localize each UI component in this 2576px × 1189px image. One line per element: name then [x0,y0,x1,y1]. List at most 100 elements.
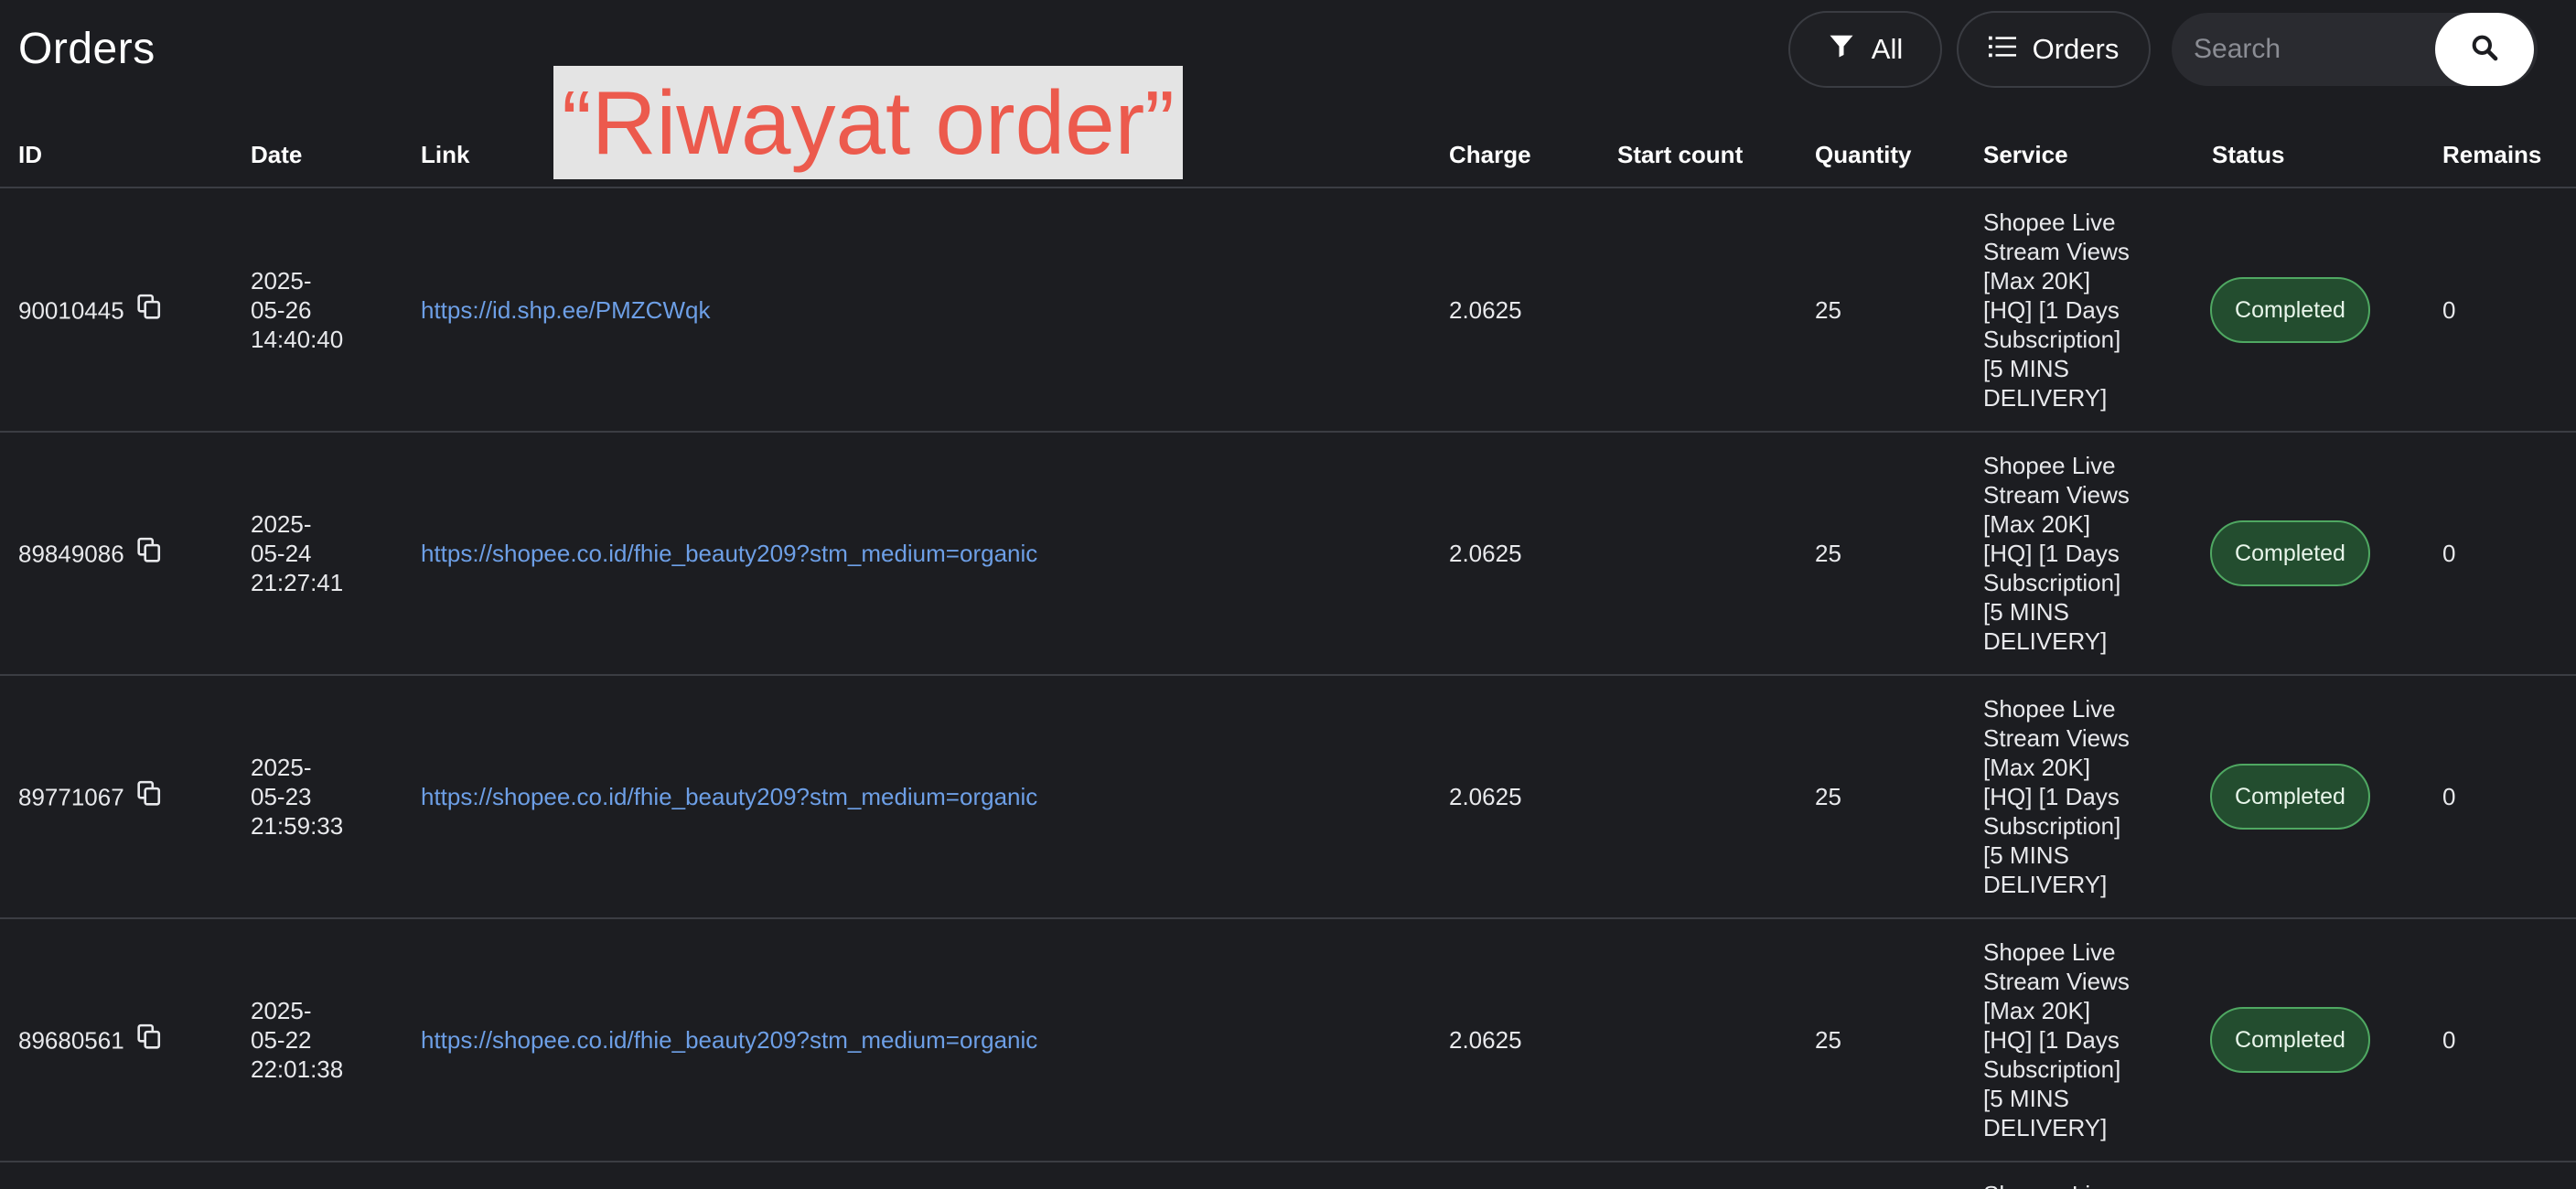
date-line: 14:40:40 [251,326,344,353]
table-row: 89849086 2025- 05-24 21:27:41 https://sh… [0,433,2576,676]
service-line: Stream Views [1983,481,2130,509]
service-line: DELIVERY] [1983,627,2108,655]
order-charge: 2.0625 [1449,783,1522,810]
order-link[interactable]: https://shopee.co.id/fhie_beauty209?stm_… [421,1025,1037,1055]
col-header-id: ID [18,141,42,168]
date-line: 05-22 [251,1026,312,1054]
service-line: DELIVERY] [1983,1114,2108,1141]
search-button[interactable] [2435,13,2534,86]
riwayat-order-caption: “Riwayat order” [553,66,1183,179]
table-header: ID Date Link Charge Start count Quantity… [0,137,2576,188]
status-badge: Completed [2210,1007,2370,1073]
top-bar: Orders All Orders [0,0,2576,101]
service-line: [HQ] [1 Days [1983,540,2120,567]
copy-icon[interactable] [137,1023,161,1056]
orders-view-label: Orders [2032,33,2120,65]
date-line: 2025- [251,754,312,781]
order-link[interactable]: https://shopee.co.id/fhie_beauty209?stm_… [421,782,1037,811]
date-line: 2025- [251,997,312,1024]
status-badge: Completed [2210,277,2370,343]
service-line: DELIVERY] [1983,384,2108,412]
service-line: Stream Views [1983,724,2130,752]
order-id: 89680561 [18,1026,124,1054]
col-header-link: Link [421,141,470,168]
order-remains: 0 [2442,540,2456,567]
order-date: 2025- 05-22 22:01:38 [251,996,343,1084]
order-link[interactable]: https://id.shp.ee/PMZCWqk [421,295,710,325]
service-line: [Max 20K] [1983,754,2091,781]
col-header-date: Date [251,141,303,168]
search-icon [2470,33,2499,67]
copy-icon[interactable] [137,780,161,813]
order-charge: 2.0625 [1449,540,1522,567]
status-badge: Completed [2210,764,2370,830]
filter-icon [1828,32,1855,67]
order-remains: 0 [2442,1026,2456,1054]
service-line: [HQ] [1 Days [1983,1026,2120,1054]
col-header-start-count: Start count [1617,141,1744,168]
col-header-quantity: Quantity [1815,141,1912,168]
search-box [2172,13,2538,86]
order-quantity: 25 [1815,783,1841,810]
order-date: 2025- 05-23 21:59:33 [251,753,343,841]
col-header-status: Status [2212,141,2285,168]
partial-row-service: Shopee Live [1983,1180,2116,1189]
order-charge: 2.0625 [1449,296,1522,324]
date-line: 05-24 [251,540,312,567]
table-row: 89680561 2025- 05-22 22:01:38 https://sh… [0,919,2576,1162]
service-line: Stream Views [1983,968,2130,995]
order-date: 2025- 05-24 21:27:41 [251,509,343,597]
service-line: [Max 20K] [1983,997,2091,1024]
filter-all-label: All [1871,33,1904,65]
copy-icon[interactable] [137,294,161,327]
date-line: 05-26 [251,296,312,324]
search-input[interactable] [2172,13,2446,86]
order-id-cell: 90010445 [18,294,161,327]
copy-icon[interactable] [137,537,161,570]
date-line: 2025- [251,510,312,538]
service-line: Subscription] [1983,1055,2121,1083]
service-line: Shopee Live [1983,452,2116,479]
service-line: Shopee Live [1983,938,2116,966]
order-id: 89849086 [18,540,124,567]
list-icon [1988,33,2016,66]
orders-view-button[interactable]: Orders [1957,11,2151,88]
service-line: Subscription] [1983,326,2121,353]
date-line: 22:01:38 [251,1055,344,1083]
col-header-remains: Remains [2442,141,2542,168]
date-line: 05-23 [251,783,312,810]
order-id-cell: 89680561 [18,1023,161,1056]
service-line: [HQ] [1 Days [1983,296,2120,324]
filter-all-button[interactable]: All [1788,11,1942,88]
order-remains: 0 [2442,296,2456,324]
status-badge: Completed [2210,520,2370,586]
service-line: [Max 20K] [1983,267,2091,295]
col-header-charge: Charge [1449,141,1531,168]
service-line: Subscription] [1983,569,2121,596]
service-line: [5 MINS [1983,841,2069,869]
order-quantity: 25 [1815,296,1841,324]
service-line: Subscription] [1983,812,2121,840]
service-line: Stream Views [1983,238,2130,265]
service-line: [Max 20K] [1983,510,2091,538]
date-line: 21:59:33 [251,812,344,840]
page-title: Orders [18,25,156,73]
order-quantity: 25 [1815,1026,1841,1054]
order-id: 90010445 [18,296,124,324]
order-charge: 2.0625 [1449,1026,1522,1054]
date-line: 21:27:41 [251,569,344,596]
order-date: 2025- 05-26 14:40:40 [251,266,343,354]
order-id-cell: 89849086 [18,537,161,570]
order-service: Shopee Live Stream Views [Max 20K] [HQ] … [1983,451,2139,656]
order-service: Shopee Live Stream Views [Max 20K] [HQ] … [1983,208,2139,412]
table-row: 90010445 2025- 05-26 14:40:40 https://id… [0,189,2576,433]
service-line: [5 MINS [1983,355,2069,382]
order-remains: 0 [2442,783,2456,810]
order-link[interactable]: https://shopee.co.id/fhie_beauty209?stm_… [421,539,1037,568]
service-line: [5 MINS [1983,598,2069,626]
order-service: Shopee Live Stream Views [Max 20K] [HQ] … [1983,937,2139,1142]
date-line: 2025- [251,267,312,295]
service-line: [5 MINS [1983,1085,2069,1112]
order-service: Shopee Live Stream Views [Max 20K] [HQ] … [1983,694,2139,899]
service-line: [HQ] [1 Days [1983,783,2120,810]
